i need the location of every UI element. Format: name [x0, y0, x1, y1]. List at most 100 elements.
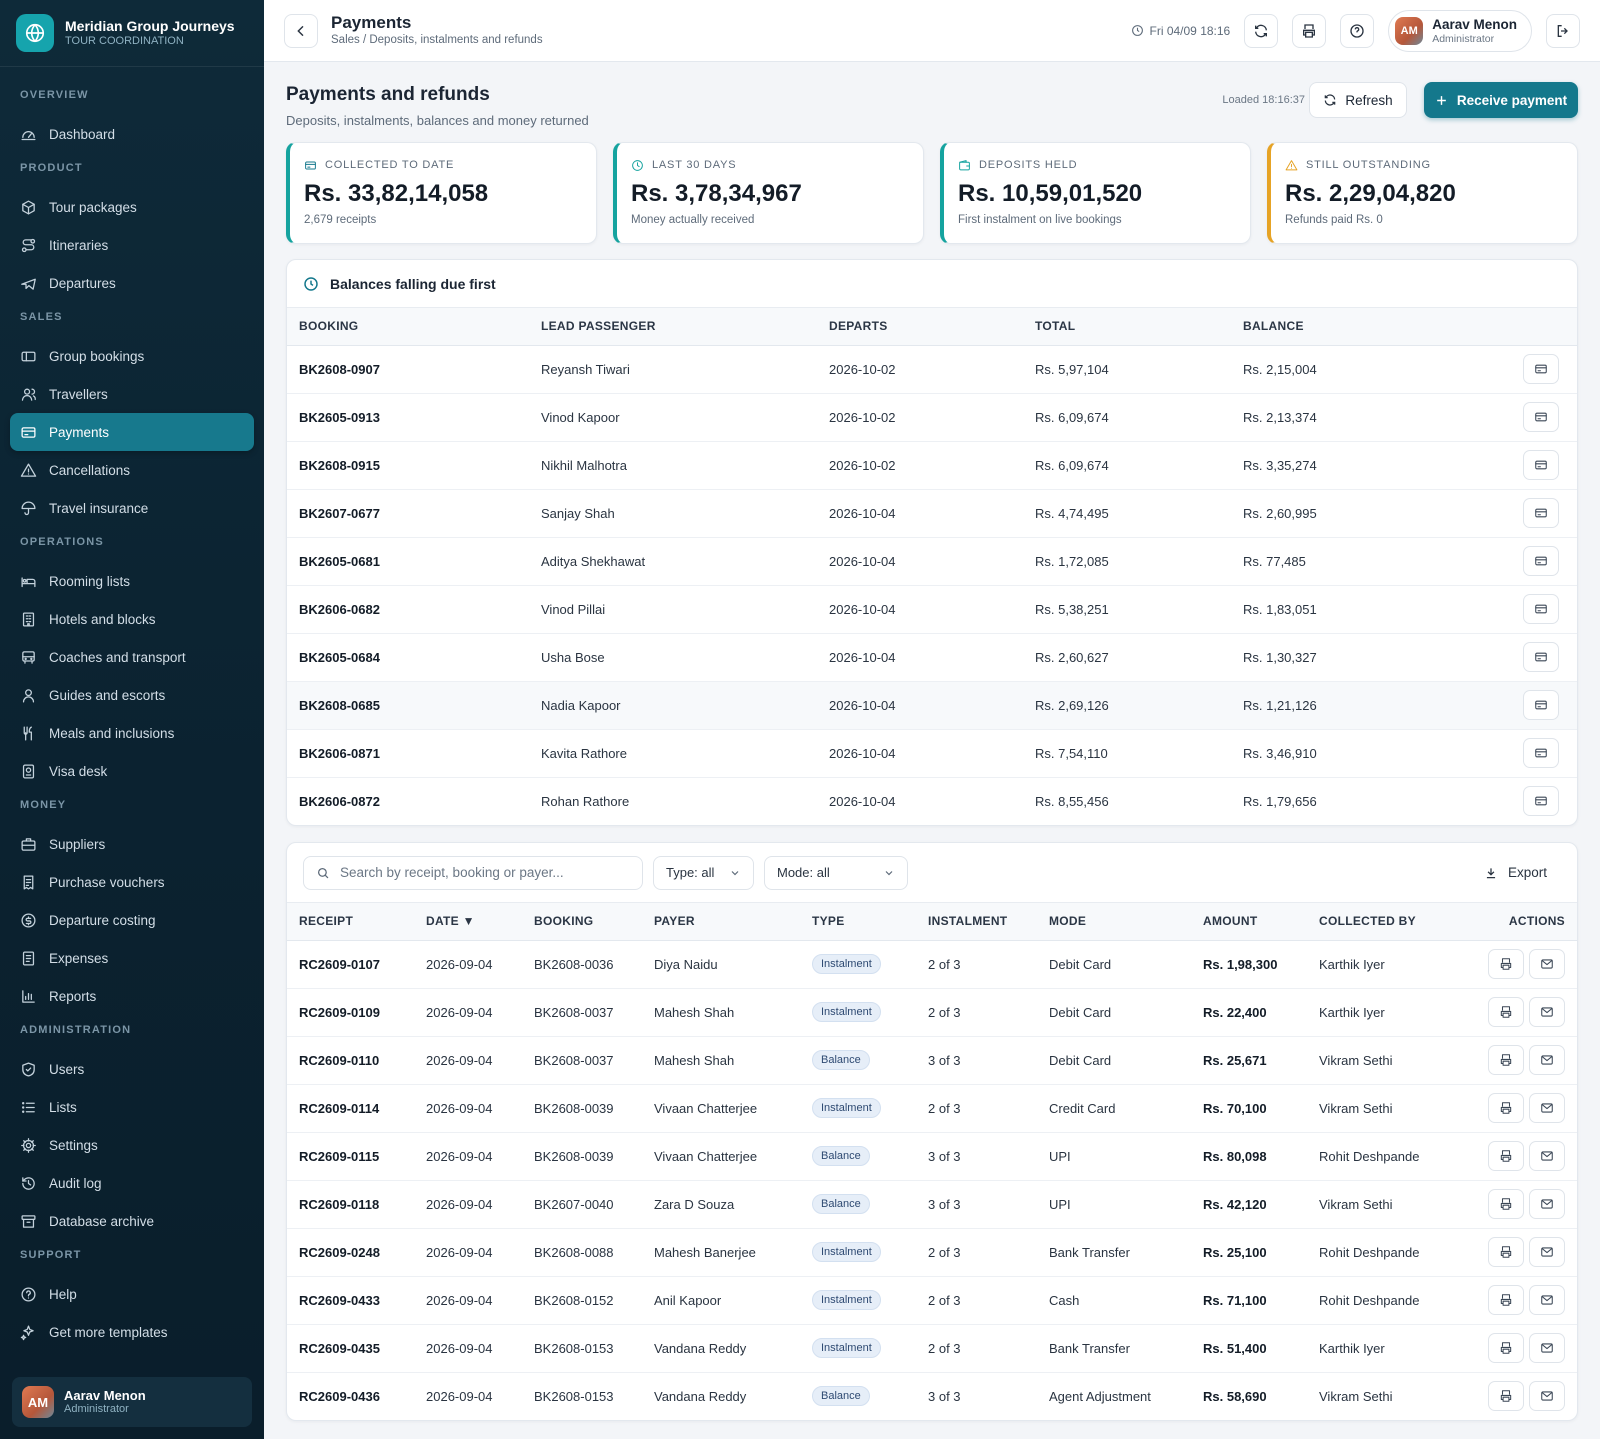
search-input[interactable] [340, 865, 620, 880]
sidebar-item-rooming-lists[interactable]: Rooming lists [10, 562, 254, 600]
stat-label: STILL OUTSTANDING [1306, 159, 1431, 171]
sidebar-item-expenses[interactable]: Expenses [10, 939, 254, 977]
table-row[interactable]: BK2607-0677 Sanjay Shah 2026-10-04 Rs. 4,74… [287, 489, 1577, 538]
email-receipt-button[interactable] [1529, 1285, 1565, 1315]
table-row[interactable]: RC2609-0433 2026-09-04 BK2608-0152 Anil Kap… [287, 1276, 1577, 1325]
email-receipt-button[interactable] [1529, 997, 1565, 1027]
table-row[interactable]: RC2609-0107 2026-09-04 BK2608-0036 Diya Nai… [287, 940, 1577, 989]
email-receipt-button[interactable] [1529, 1237, 1565, 1267]
refresh-button[interactable]: Refresh [1309, 82, 1407, 118]
table-row[interactable]: RC2609-0436 2026-09-04 BK2608-0153 Vandana … [287, 1372, 1577, 1420]
sidebar-item-payments[interactable]: Payments [10, 413, 254, 451]
take-payment-button[interactable] [1523, 498, 1559, 528]
sidebar-item-departure-costing[interactable]: Departure costing [10, 901, 254, 939]
search-box[interactable] [303, 855, 643, 890]
take-payment-button[interactable] [1523, 354, 1559, 384]
table-row[interactable]: RC2609-0435 2026-09-04 BK2608-0153 Vandana … [287, 1324, 1577, 1373]
sidebar-item-travellers[interactable]: Travellers [10, 375, 254, 413]
back-button[interactable] [284, 13, 318, 48]
table-row[interactable]: RC2609-0118 2026-09-04 BK2607-0040 Zara D S… [287, 1180, 1577, 1229]
email-receipt-button[interactable] [1529, 1045, 1565, 1075]
table-row[interactable]: BK2605-0684 Usha Bose 2026-10-04 Rs. 2,60,6… [287, 633, 1577, 682]
sidebar-item-dashboard[interactable]: Dashboard [10, 115, 254, 153]
logout-button[interactable] [1546, 13, 1580, 48]
print-receipt-button[interactable] [1488, 997, 1524, 1027]
table-row[interactable]: RC2609-0114 2026-09-04 BK2608-0039 Vivaan C… [287, 1084, 1577, 1133]
email-receipt-button[interactable] [1529, 1333, 1565, 1363]
sidebar-item-settings[interactable]: Settings [10, 1126, 254, 1164]
table-row[interactable]: BK2605-0681 Aditya Shekhawat 2026-10-04 Rs.… [287, 537, 1577, 586]
take-payment-button[interactable] [1523, 690, 1559, 720]
take-payment-button[interactable] [1523, 786, 1559, 817]
actions-cell [1439, 777, 1577, 825]
sidebar-item-help[interactable]: Help [10, 1275, 254, 1313]
print-receipt-button[interactable] [1488, 1093, 1524, 1123]
table-row[interactable]: BK2606-0871 Kavita Rathore 2026-10-04 Rs. 7… [287, 729, 1577, 778]
email-receipt-button[interactable] [1529, 949, 1565, 979]
receive-payment-button[interactable]: Receive payment [1424, 82, 1578, 118]
print-button[interactable] [1292, 13, 1327, 48]
sidebar-item-hotels-and-blocks[interactable]: Hotels and blocks [10, 600, 254, 638]
payer-cell: Mahesh Shah [642, 988, 800, 1037]
sidebar-item-lists[interactable]: Lists [10, 1088, 254, 1126]
table-row[interactable]: BK2606-0872 Rohan Rathore 2026-10-04 Rs. 8,… [287, 777, 1577, 825]
sidebar-item-reports[interactable]: Reports [10, 977, 254, 1015]
email-receipt-button[interactable] [1529, 1141, 1565, 1171]
table-row[interactable]: RC2609-0110 2026-09-04 BK2608-0037 Mahesh S… [287, 1036, 1577, 1085]
sidebar-item-travel-insurance[interactable]: Travel insurance [10, 489, 254, 527]
sidebar-item-users[interactable]: Users [10, 1050, 254, 1088]
take-payment-button[interactable] [1523, 450, 1559, 480]
take-payment-button[interactable] [1523, 402, 1559, 432]
email-receipt-button[interactable] [1529, 1093, 1565, 1123]
help-button[interactable] [1340, 13, 1375, 48]
table-row[interactable]: BK2606-0682 Vinod Pillai 2026-10-04 Rs. 5,3… [287, 585, 1577, 634]
print-receipt-button[interactable] [1488, 1141, 1524, 1171]
sidebar-item-departures[interactable]: Departures [10, 264, 254, 302]
sidebar-item-label: Travellers [49, 386, 108, 402]
mode-cell: Debit Card [1037, 1036, 1191, 1085]
sidebar-item-audit-log[interactable]: Audit log [10, 1164, 254, 1202]
print-receipt-button[interactable] [1488, 949, 1524, 979]
email-receipt-button[interactable] [1529, 1381, 1565, 1412]
table-row[interactable]: BK2608-0907 Reyansh Tiwari 2026-10-02 Rs. 5… [287, 345, 1577, 394]
sidebar-item-cancellations[interactable]: Cancellations [10, 451, 254, 489]
print-receipt-button[interactable] [1488, 1285, 1524, 1315]
table-row[interactable]: BK2608-0915 Nikhil Malhotra 2026-10-02 Rs. … [287, 441, 1577, 490]
current-time: Fri 04/09 18:16 [1131, 24, 1230, 38]
stat-card-collected-to-date: COLLECTED TO DATE Rs. 33,82,14,058 2,679 r… [286, 142, 597, 244]
print-receipt-button[interactable] [1488, 1381, 1524, 1412]
sidebar-item-get-more-templates[interactable]: Get more templates [10, 1313, 254, 1351]
take-payment-button[interactable] [1523, 738, 1559, 768]
table-row[interactable]: RC2609-0248 2026-09-04 BK2608-0088 Mahesh B… [287, 1228, 1577, 1277]
sidebar-item-visa-desk[interactable]: Visa desk [10, 752, 254, 790]
sidebar-item-guides-and-escorts[interactable]: Guides and escorts [10, 676, 254, 714]
sidebar-item-coaches-and-transport[interactable]: Coaches and transport [10, 638, 254, 676]
email-receipt-button[interactable] [1529, 1189, 1565, 1219]
sidebar-item-group-bookings[interactable]: Group bookings [10, 337, 254, 375]
sync-button[interactable] [1244, 13, 1279, 48]
sidebar-item-tour-packages[interactable]: Tour packages [10, 188, 254, 226]
sidebar-item-suppliers[interactable]: Suppliers [10, 825, 254, 863]
print-receipt-button[interactable] [1488, 1045, 1524, 1075]
type-filter-select[interactable]: Type: all [653, 855, 754, 890]
print-receipt-button[interactable] [1488, 1189, 1524, 1219]
sidebar-item-purchase-vouchers[interactable]: Purchase vouchers [10, 863, 254, 901]
table-row[interactable]: RC2609-0109 2026-09-04 BK2608-0037 Mahesh S… [287, 988, 1577, 1037]
take-payment-button[interactable] [1523, 642, 1559, 672]
sidebar-user-card[interactable]: AM Aarav Menon Administrator [12, 1377, 252, 1427]
sidebar-item-meals-and-inclusions[interactable]: Meals and inclusions [10, 714, 254, 752]
table-row[interactable]: BK2605-0913 Vinod Kapoor 2026-10-02 Rs. 6,0… [287, 393, 1577, 442]
sidebar-item-database-archive[interactable]: Database archive [10, 1202, 254, 1240]
nav-section-title: ADMINISTRATION [20, 1024, 132, 1036]
date-sort-header[interactable]: DATE ▼ [414, 903, 522, 941]
print-receipt-button[interactable] [1488, 1237, 1524, 1267]
export-button[interactable]: Export [1484, 865, 1561, 880]
sidebar-item-itineraries[interactable]: Itineraries [10, 226, 254, 264]
take-payment-button[interactable] [1523, 546, 1559, 576]
mode-filter-select[interactable]: Mode: all [764, 855, 908, 890]
take-payment-button[interactable] [1523, 594, 1559, 624]
print-receipt-button[interactable] [1488, 1333, 1524, 1363]
table-row[interactable]: BK2608-0685 Nadia Kapoor 2026-10-04 Rs. 2,6… [287, 681, 1577, 730]
table-row[interactable]: RC2609-0115 2026-09-04 BK2608-0039 Vivaan C… [287, 1132, 1577, 1181]
user-menu[interactable]: AM Aarav Menon Administrator [1388, 9, 1532, 52]
